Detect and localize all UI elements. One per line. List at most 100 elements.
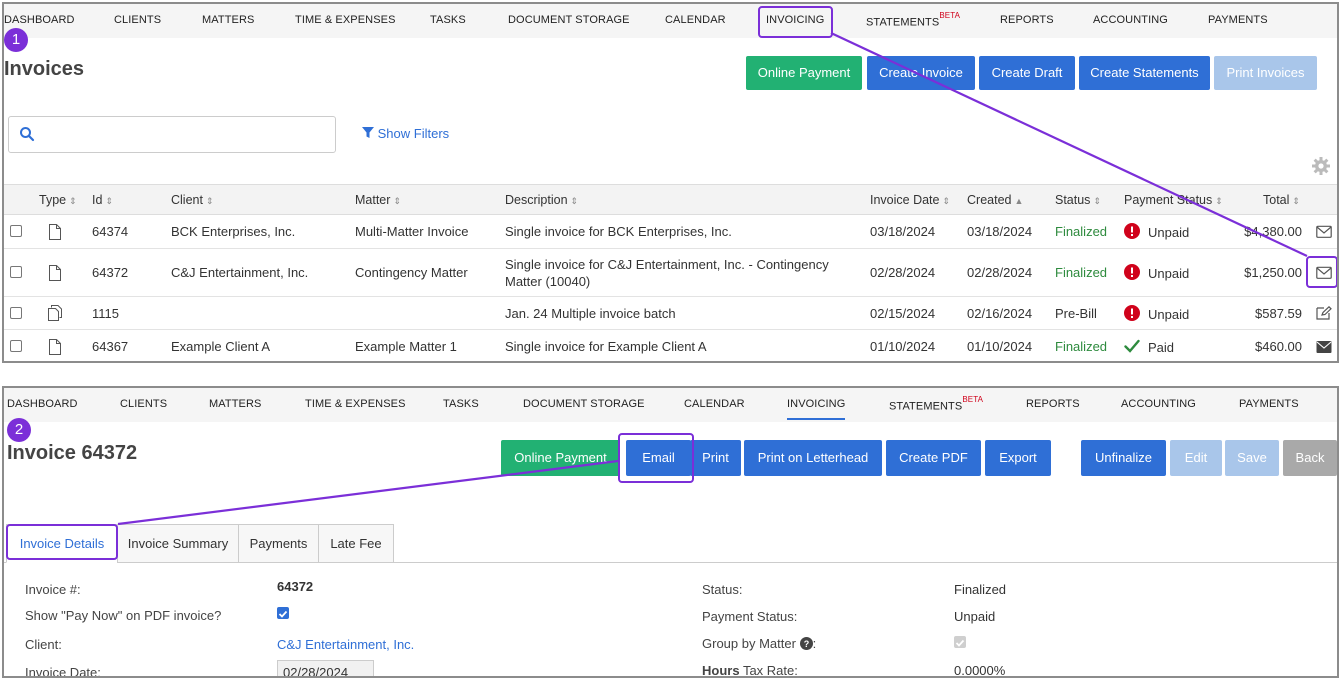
nav-clients[interactable]: CLIENTS: [120, 398, 167, 410]
online-payment-button[interactable]: Online Payment: [501, 440, 620, 476]
print-button[interactable]: Print: [690, 440, 741, 476]
group-by-matter-checkbox[interactable]: [954, 636, 966, 648]
search-input[interactable]: [8, 116, 336, 153]
row-id[interactable]: 64367: [92, 339, 128, 354]
tab-invoice-summary[interactable]: Invoice Summary: [117, 524, 239, 563]
nav-document-storage[interactable]: DOCUMENT STORAGE: [508, 14, 630, 26]
print-invoices-button[interactable]: Print Invoices: [1214, 56, 1317, 90]
row-invoice-date: 02/28/2024: [870, 265, 936, 280]
create-pdf-button[interactable]: Create PDF: [886, 440, 981, 476]
edit-button[interactable]: Edit: [1170, 440, 1222, 476]
col-created[interactable]: Created ▲: [967, 193, 1023, 207]
nav-calendar[interactable]: CALENDAR: [684, 398, 745, 410]
row-checkbox[interactable]: [10, 340, 22, 352]
invoice-date-field[interactable]: 02/28/2024: [277, 660, 374, 676]
col-type[interactable]: Type ⇕: [39, 193, 77, 207]
row-description: Single invoice for Example Client A: [505, 339, 707, 354]
row-checkbox[interactable]: [10, 225, 22, 237]
online-payment-button[interactable]: Online Payment: [746, 56, 862, 90]
row-matter: Example Matter 1: [355, 339, 457, 354]
create-statements-button[interactable]: Create Statements: [1079, 56, 1210, 90]
nav-document-storage[interactable]: DOCUMENT STORAGE: [523, 398, 645, 410]
row-id[interactable]: 1115: [92, 306, 119, 321]
tab-payments[interactable]: Payments: [238, 524, 319, 563]
col-matter[interactable]: Matter ⇕: [355, 193, 401, 207]
row-description: Single invoice for BCK Enterprises, Inc.: [505, 224, 732, 239]
gear-icon[interactable]: [1311, 156, 1331, 176]
show-filters-link[interactable]: Show Filters: [362, 126, 449, 141]
col-status[interactable]: Status ⇕: [1055, 193, 1101, 207]
nav-dashboard[interactable]: DASHBOARD: [7, 398, 78, 410]
save-button[interactable]: Save: [1225, 440, 1279, 476]
export-button[interactable]: Export: [985, 440, 1051, 476]
nav-payments[interactable]: PAYMENTS: [1239, 398, 1299, 410]
alert-icon: [1124, 223, 1140, 239]
table-row[interactable]: 64367 Example Client A Example Matter 1 …: [4, 330, 1337, 361]
col-invoice-date[interactable]: Invoice Date ⇕: [870, 193, 950, 207]
status-label: Status:: [702, 582, 743, 597]
col-payment-status-label: Payment Status: [1124, 193, 1213, 207]
row-checkbox[interactable]: [10, 307, 22, 319]
table-row[interactable]: 64374 BCK Enterprises, Inc. Multi-Matter…: [4, 215, 1337, 249]
nav-accounting[interactable]: ACCOUNTING: [1093, 14, 1168, 26]
edit-icon[interactable]: [1316, 306, 1332, 320]
nav-reports[interactable]: REPORTS: [1000, 14, 1054, 26]
col-matter-label: Matter: [355, 193, 391, 207]
nav-time-expenses[interactable]: TIME & EXPENSES: [295, 14, 396, 26]
invoices-list-panel: DASHBOARD CLIENTS MATTERS TIME & EXPENSE…: [2, 2, 1339, 363]
nav-tasks[interactable]: TASKS: [443, 398, 479, 410]
nav-accounting[interactable]: ACCOUNTING: [1121, 398, 1196, 410]
document-icon: [49, 339, 61, 355]
table-row[interactable]: 64372 C&J Entertainment, Inc. Contingenc…: [4, 249, 1337, 297]
row-matter: Multi-Matter Invoice: [355, 224, 469, 239]
tax-rate-text: Tax Rate:: [739, 663, 798, 678]
col-payment-status[interactable]: Payment Status ⇕: [1124, 193, 1223, 207]
nav-time-expenses[interactable]: TIME & EXPENSES: [305, 398, 406, 410]
nav-dashboard[interactable]: DASHBOARD: [4, 14, 75, 26]
sort-icon: ⇕: [942, 196, 951, 206]
nav-reports[interactable]: REPORTS: [1026, 398, 1080, 410]
tab-late-fee[interactable]: Late Fee: [318, 524, 394, 563]
col-client[interactable]: Client ⇕: [171, 193, 214, 207]
unfinalize-button[interactable]: Unfinalize: [1081, 440, 1166, 476]
filter-icon: [362, 127, 374, 138]
pay-now-checkbox[interactable]: [277, 607, 289, 619]
status-value: Finalized: [954, 582, 1007, 597]
envelope-filled-icon[interactable]: [1316, 340, 1332, 354]
row-id[interactable]: 64374: [92, 224, 128, 239]
document-icon: [49, 265, 61, 281]
nav-calendar[interactable]: CALENDAR: [665, 14, 726, 26]
client-link[interactable]: C&J Entertainment, Inc.: [277, 637, 414, 652]
back-button[interactable]: Back: [1283, 440, 1337, 476]
nav-invoicing[interactable]: INVOICING: [787, 398, 845, 410]
checkmark-icon: [1124, 339, 1140, 353]
nav-statements[interactable]: STATEMENTSBETA: [866, 11, 960, 29]
nav-statements[interactable]: STATEMENTSBETA: [889, 395, 983, 413]
col-id[interactable]: Id ⇕: [92, 193, 113, 207]
col-description[interactable]: Description ⇕: [505, 193, 578, 207]
create-draft-button[interactable]: Create Draft: [979, 56, 1075, 90]
print-letterhead-button[interactable]: Print on Letterhead: [744, 440, 882, 476]
tax-rate-value: 0.0000%: [954, 663, 1006, 678]
row-payment-status: Unpaid: [1148, 307, 1190, 322]
row-checkbox[interactable]: [10, 266, 22, 278]
row-invoice-date: 02/15/2024: [870, 306, 936, 321]
row-client: Example Client A: [171, 339, 270, 354]
help-icon[interactable]: ?: [799, 637, 813, 650]
envelope-outline-icon[interactable]: [1316, 225, 1332, 239]
nav-tasks[interactable]: TASKS: [430, 14, 466, 26]
table-row[interactable]: 1115 Jan. 24 Multiple invoice batch 02/1…: [4, 297, 1337, 330]
sort-icon: ⇕: [205, 196, 214, 206]
col-total[interactable]: Total ⇕: [1263, 193, 1300, 207]
nav-clients[interactable]: CLIENTS: [114, 14, 161, 26]
nav-matters[interactable]: MATTERS: [202, 14, 254, 26]
nav-payments[interactable]: PAYMENTS: [1208, 14, 1268, 26]
nav-matters[interactable]: MATTERS: [209, 398, 261, 410]
group-by-matter-text: Group by Matter: [702, 636, 796, 651]
create-invoice-button[interactable]: Create Invoice: [867, 56, 975, 90]
table-header: Type ⇕ Id ⇕ Client ⇕ Matter ⇕ Description ⇕ I…: [4, 184, 1337, 215]
row-payment-status: Unpaid: [1148, 225, 1190, 240]
row-id[interactable]: 64372: [92, 265, 128, 280]
email-icon-highlight: [1306, 256, 1337, 288]
sort-icon: ⇕: [1292, 196, 1300, 206]
